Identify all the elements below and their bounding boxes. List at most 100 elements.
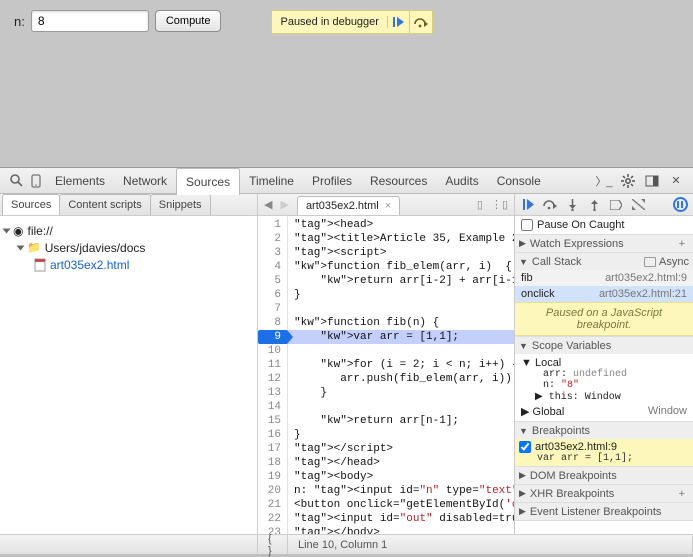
tab-console[interactable]: Console	[488, 168, 550, 193]
chevron-right-icon: ▶	[519, 506, 526, 517]
resume-icon[interactable]	[388, 11, 410, 33]
callstack-row[interactable]: onclick art035ex2.html:21	[515, 286, 693, 302]
chevron-right-icon: ▶	[519, 238, 526, 249]
tree-folder-label: Users/jdavies/docs	[45, 241, 146, 255]
resume-button[interactable]	[519, 196, 537, 214]
tab-timeline[interactable]: Timeline	[240, 168, 303, 193]
nav-back-icon[interactable]: ◀	[264, 198, 272, 211]
sources-sidebar: Sources Content scripts Snippets ◉ file:/…	[0, 194, 258, 534]
file-tab[interactable]: art035ex2.html ×	[297, 196, 400, 215]
watch-section[interactable]: ▶ Watch Expressions +	[515, 235, 693, 253]
device-icon[interactable]	[26, 171, 46, 191]
subtab-snippets[interactable]: Snippets	[150, 194, 211, 215]
console-drawer-icon[interactable]: 〉_	[593, 171, 615, 191]
callstack-loc: art035ex2.html:9	[605, 272, 687, 284]
chevron-down-icon: ▼	[519, 426, 528, 436]
scope-local[interactable]: ▼ Local	[521, 357, 687, 369]
event-bp-label: Event Listener Breakpoints	[530, 506, 661, 518]
step-into-button[interactable]	[563, 196, 581, 214]
cloud-icon: ◉	[13, 224, 23, 238]
tab-resources[interactable]: Resources	[361, 168, 436, 193]
tab-sources[interactable]: Sources	[176, 168, 240, 195]
debugger-sidebar: Pause On Caught ▶ Watch Expressions + ▼ Cal…	[515, 194, 693, 534]
tree-root[interactable]: ◉ file://	[4, 222, 253, 239]
dom-bp-label: DOM Breakpoints	[530, 470, 617, 482]
subtab-sources[interactable]: Sources	[2, 194, 60, 215]
breakpoint-loc: art035ex2.html:9	[535, 441, 617, 453]
file-tab-bar: ◀ ▶ art035ex2.html × ▯ ⋮▯	[258, 194, 514, 216]
n-input[interactable]	[31, 10, 149, 32]
breakpoint-item[interactable]: art035ex2.html:9 var arr = [1,1];	[515, 439, 693, 466]
search-icon[interactable]	[6, 171, 26, 191]
pretty-print-icon[interactable]: { }	[258, 535, 288, 554]
pause-on-caught-label: Pause On Caught	[537, 219, 624, 231]
tree-file-label: art035ex2.html	[50, 258, 129, 272]
scope-global[interactable]: ▶ GlobalWindow	[521, 403, 687, 418]
tab-audits[interactable]: Audits	[436, 168, 487, 193]
async-label: Async	[659, 256, 689, 268]
breakpoints-label: Breakpoints	[532, 425, 590, 437]
xhr-bp-label: XHR Breakpoints	[530, 488, 614, 500]
close-tab-icon[interactable]: ×	[385, 200, 391, 212]
pause-on-caught-checkbox[interactable]	[521, 219, 533, 231]
scope-var[interactable]: ▶ this: Window	[521, 391, 687, 403]
callstack-fn: onclick	[521, 288, 555, 300]
step-over-button[interactable]	[541, 196, 559, 214]
pause-reason: Paused on a JavaScript breakpoint.	[515, 302, 693, 336]
input-label: n:	[14, 14, 25, 29]
paused-label: Paused in debugger	[272, 16, 387, 28]
tab-network[interactable]: Network	[114, 168, 176, 193]
callstack-loc: art035ex2.html:21	[599, 288, 687, 300]
step-over-icon[interactable]	[410, 11, 432, 33]
scope-var: n: "8"	[521, 380, 687, 391]
more-icon[interactable]: ⋮▯	[491, 198, 508, 211]
debugger-overlay: Paused in debugger	[271, 10, 432, 34]
debugger-toolbar	[515, 194, 693, 216]
page-content: n: Compute Paused in debugger	[0, 0, 693, 167]
code-editor[interactable]: 1234567891011121314151617181920212223242…	[258, 216, 514, 534]
close-icon[interactable]: ✕	[665, 171, 687, 191]
compute-button[interactable]: Compute	[155, 10, 222, 32]
file-tab-label: art035ex2.html	[306, 200, 379, 212]
chevron-down-icon: ▼	[519, 257, 528, 267]
nav-fwd-icon[interactable]: ▶	[280, 198, 288, 211]
chevron-down-icon	[3, 228, 11, 233]
subtab-content-scripts[interactable]: Content scripts	[59, 194, 150, 215]
callstack-row[interactable]: fib art035ex2.html:9	[515, 270, 693, 286]
event-breakpoints-section[interactable]: ▶ Event Listener Breakpoints	[515, 503, 693, 521]
async-checkbox[interactable]	[644, 257, 656, 267]
add-xhr-bp-icon[interactable]: +	[679, 488, 689, 500]
pause-on-caught-row: Pause On Caught	[515, 216, 693, 235]
toggle-sidebar-icon[interactable]: ▯	[477, 198, 483, 211]
devtools-panel: Elements Network Sources Timeline Profil…	[0, 167, 693, 554]
tab-profiles[interactable]: Profiles	[303, 168, 361, 193]
scope-var: arr: undefined	[521, 369, 687, 380]
deactivate-breakpoints-button[interactable]	[607, 196, 625, 214]
code-panel: ◀ ▶ art035ex2.html × ▯ ⋮▯ 123456789101112…	[258, 194, 515, 534]
scope-section: ▼Scope Variables ▼ Local arr: undefined …	[515, 337, 693, 422]
tab-elements[interactable]: Elements	[46, 168, 114, 193]
folder-icon: 📁	[27, 241, 41, 254]
devtools-tabbar: Elements Network Sources Timeline Profil…	[0, 168, 693, 194]
pause-exceptions-button[interactable]	[671, 196, 689, 214]
callstack-fn: fib	[521, 272, 533, 284]
chevron-right-icon: ▶	[519, 488, 526, 499]
watch-label: Watch Expressions	[530, 238, 624, 250]
gear-icon[interactable]	[617, 171, 639, 191]
step-out-button[interactable]	[585, 196, 603, 214]
callstack-label: Call Stack	[532, 256, 582, 268]
tree-folder[interactable]: 📁 Users/jdavies/docs	[4, 239, 253, 256]
async-toggle-button[interactable]	[629, 196, 647, 214]
tree-file[interactable]: art035ex2.html	[4, 256, 253, 273]
dom-breakpoints-section[interactable]: ▶DOM Breakpoints	[515, 467, 693, 485]
dock-icon[interactable]	[641, 171, 663, 191]
breakpoints-section: ▼ Breakpoints art035ex2.html:9 var arr = …	[515, 422, 693, 467]
document-icon	[34, 258, 46, 272]
tree-root-label: file://	[27, 224, 52, 238]
breakpoint-code: var arr = [1,1];	[519, 453, 689, 464]
chevron-down-icon: ▼	[519, 341, 528, 351]
add-watch-icon[interactable]: +	[679, 238, 689, 250]
xhr-breakpoints-section[interactable]: ▶ XHR Breakpoints +	[515, 485, 693, 503]
breakpoint-checkbox[interactable]	[519, 441, 531, 453]
callstack-section: ▼ Call Stack Async fib art035ex2.html:9 on…	[515, 253, 693, 337]
